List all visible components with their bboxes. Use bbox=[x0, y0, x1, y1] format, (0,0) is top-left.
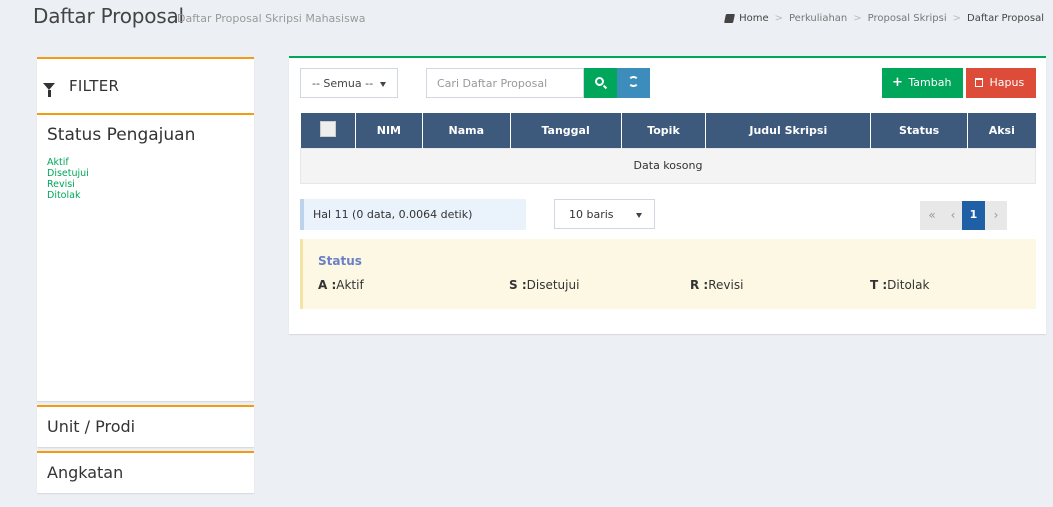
rows-per-page-value: 10 baris bbox=[569, 208, 614, 221]
refresh-icon bbox=[628, 76, 639, 87]
proposal-list-box: -- Semua -- Cari Daftar Proposal + Tamba… bbox=[289, 56, 1046, 334]
page-info: Hal 11 (0 data, 0.0064 detik) bbox=[300, 199, 526, 230]
caret-down-icon bbox=[636, 213, 642, 218]
filter-header: FILTER bbox=[37, 59, 254, 115]
status-filter-revisi[interactable]: Revisi bbox=[47, 179, 244, 190]
page-subtitle: Daftar Proposal Skripsi Mahasiswa bbox=[177, 12, 366, 25]
proposal-table: NIM Nama Tanggal Topik Judul Skripsi Sta… bbox=[300, 113, 1036, 184]
filter-icon bbox=[43, 82, 55, 97]
add-button-label: Tambah bbox=[908, 76, 952, 89]
trash-icon bbox=[975, 78, 983, 87]
breadcrumb-separator: > bbox=[952, 13, 962, 24]
filter-angkatan[interactable]: Angkatan bbox=[37, 451, 254, 493]
column-header-judul-skripsi[interactable]: Judul Skripsi bbox=[705, 113, 872, 148]
empty-table-message: Data kosong bbox=[300, 147, 1036, 184]
table-header-row: NIM Nama Tanggal Topik Judul Skripsi Sta… bbox=[300, 113, 1036, 148]
breadcrumb-current: Daftar Proposal bbox=[967, 13, 1044, 24]
plus-icon: + bbox=[892, 75, 903, 90]
column-header-topik[interactable]: Topik bbox=[621, 113, 707, 148]
book-icon bbox=[724, 14, 736, 23]
filter-panel: FILTER Status Pengajuan Aktif Disetujui … bbox=[37, 57, 254, 493]
pagination: « ‹ 1 › bbox=[920, 201, 1007, 230]
legend-code: T : bbox=[870, 278, 888, 292]
search-input[interactable]: Cari Daftar Proposal bbox=[426, 68, 584, 98]
breadcrumb: Home > Perkuliahan > Proposal Skripsi > … bbox=[724, 13, 1044, 24]
legend-label: Revisi bbox=[708, 278, 744, 292]
column-header-status[interactable]: Status bbox=[870, 113, 969, 148]
current-page-button[interactable]: 1 bbox=[962, 201, 985, 230]
legend-label: Disetujui bbox=[526, 278, 580, 292]
filter-card: FILTER Status Pengajuan Aktif Disetujui … bbox=[37, 57, 254, 401]
legend-item-disetujui: S :Disetujui bbox=[509, 278, 579, 292]
status-filter-disetujui[interactable]: Disetujui bbox=[47, 168, 244, 179]
status-filter-heading[interactable]: Status Pengajuan bbox=[47, 125, 244, 145]
column-header-aksi: Aksi bbox=[967, 113, 1036, 148]
legend-code: A : bbox=[318, 278, 337, 292]
column-header-tanggal[interactable]: Tanggal bbox=[510, 113, 622, 148]
page-title: Daftar Proposal bbox=[33, 4, 184, 28]
delete-button-label: Hapus bbox=[989, 76, 1025, 89]
legend-label: Ditolak bbox=[887, 278, 930, 292]
breadcrumb-separator: > bbox=[774, 13, 783, 24]
content-header: Daftar Proposal Daftar Proposal Skripsi … bbox=[0, 0, 1053, 40]
breadcrumb-home[interactable]: Home bbox=[739, 13, 769, 24]
previous-page-button[interactable]: ‹ bbox=[944, 201, 962, 230]
refresh-button[interactable] bbox=[617, 68, 650, 98]
caret-down-icon bbox=[380, 82, 386, 87]
breadcrumb-proposal-skripsi[interactable]: Proposal Skripsi bbox=[868, 13, 947, 24]
filter-title: FILTER bbox=[69, 77, 120, 95]
status-filter-aktif[interactable]: Aktif bbox=[47, 157, 244, 168]
status-select[interactable]: -- Semua -- bbox=[300, 68, 398, 98]
breadcrumb-separator: > bbox=[853, 13, 862, 24]
search-button[interactable] bbox=[584, 68, 617, 98]
filter-unit-prodi[interactable]: Unit / Prodi bbox=[37, 405, 254, 447]
legend-title: Status bbox=[318, 254, 362, 268]
add-button[interactable]: + Tambah bbox=[882, 68, 963, 98]
rows-per-page-select[interactable]: 10 baris bbox=[554, 199, 655, 229]
status-filter-section: Status Pengajuan Aktif Disetujui Revisi … bbox=[37, 115, 254, 211]
table-row: Data kosong bbox=[300, 147, 1036, 184]
legend-label: Aktif bbox=[336, 278, 364, 292]
column-header-nim[interactable]: NIM bbox=[355, 113, 423, 148]
status-filter-ditolak[interactable]: Ditolak bbox=[47, 190, 244, 201]
select-all-header bbox=[300, 113, 356, 148]
legend-item-revisi: R :Revisi bbox=[690, 278, 743, 292]
status-filter-list: Aktif Disetujui Revisi Ditolak bbox=[47, 157, 244, 201]
column-header-nama[interactable]: Nama bbox=[422, 113, 511, 148]
status-select-value: -- Semua -- bbox=[312, 77, 374, 90]
status-legend: Status A :Aktif S :Disetujui R :Revisi T… bbox=[300, 239, 1036, 309]
delete-button[interactable]: Hapus bbox=[966, 68, 1036, 98]
search-icon bbox=[595, 77, 604, 86]
legend-item-ditolak: T :Ditolak bbox=[870, 278, 929, 292]
legend-item-aktif: A :Aktif bbox=[318, 278, 364, 292]
legend-code: S : bbox=[509, 278, 527, 292]
breadcrumb-perkuliahan[interactable]: Perkuliahan bbox=[789, 13, 847, 24]
next-page-button[interactable]: › bbox=[985, 201, 1007, 230]
select-all-checkbox[interactable] bbox=[319, 120, 336, 137]
first-page-button[interactable]: « bbox=[920, 201, 944, 230]
legend-code: R : bbox=[690, 278, 709, 292]
